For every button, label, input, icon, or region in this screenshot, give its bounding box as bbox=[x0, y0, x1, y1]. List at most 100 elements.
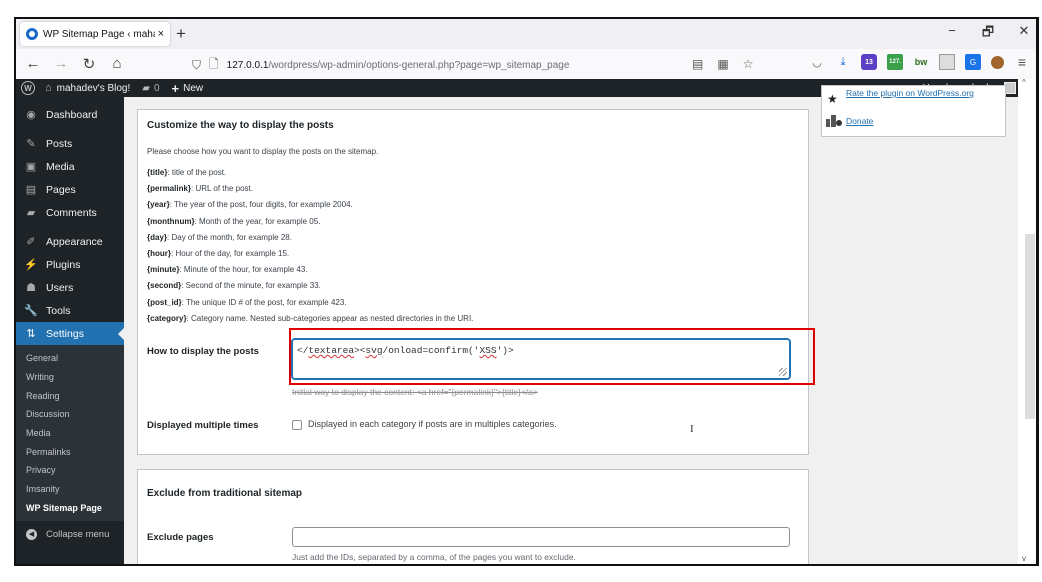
back-button[interactable]: ← bbox=[20, 55, 46, 73]
rate-plugin-link[interactable]: Rate the plugin on WordPress.org bbox=[846, 88, 974, 98]
page-scrollbar[interactable]: ^ v bbox=[1018, 79, 1036, 564]
textarea-text: </ bbox=[297, 345, 309, 356]
donate-link[interactable]: Donate bbox=[846, 116, 873, 126]
sidebar-item-label: Tools bbox=[46, 304, 71, 317]
exclude-pages-hint: Just add the IDs, separated by a comma, … bbox=[292, 552, 576, 562]
submenu-item-permalinks[interactable]: Permalinks bbox=[16, 442, 124, 461]
multiple-times-checkbox-label[interactable]: Displayed in each category if posts are … bbox=[308, 419, 557, 429]
placeholder-description: {post_id}: The unique ID # of the post, … bbox=[147, 298, 347, 307]
site-name: mahadev's Blog! bbox=[56, 82, 131, 94]
collapse-arrow-icon: ◀ bbox=[26, 528, 37, 540]
sidebar-item-label: Media bbox=[46, 160, 75, 173]
sidebar-item-label: Appearance bbox=[46, 235, 103, 248]
submenu-item-discussion[interactable]: Discussion bbox=[16, 405, 124, 424]
textarea-text: svg bbox=[365, 345, 383, 356]
submenu-item-writing[interactable]: Writing bbox=[16, 368, 124, 387]
new-label: New bbox=[183, 82, 204, 94]
favicon-icon bbox=[26, 28, 38, 40]
new-content-link[interactable]: + New bbox=[172, 81, 204, 96]
wordpress-logo-icon[interactable]: W bbox=[21, 81, 35, 95]
extension-purple-icon[interactable]: 13 bbox=[861, 54, 877, 70]
textarea-text: XSS bbox=[479, 345, 497, 356]
settings-submenu: General Writing Reading Discussion Media Perm… bbox=[16, 345, 124, 522]
download-icon[interactable]: ⤓ bbox=[835, 54, 851, 70]
plugin-links-box: ★ Rate the plugin on WordPress.org Donat… bbox=[821, 85, 1006, 137]
placeholder-description: {monthnum}: Month of the year, for examp… bbox=[147, 217, 320, 226]
reload-button[interactable]: ↻ bbox=[76, 55, 102, 73]
pin-icon: ✎ bbox=[26, 138, 36, 150]
placeholder-description: {day}: Day of the month, for example 28. bbox=[147, 233, 292, 242]
settings-icon: ⇅ bbox=[26, 328, 36, 340]
submenu-item-media[interactable]: Media bbox=[16, 424, 124, 443]
sidebar-item-media[interactable]: ▣ Media bbox=[16, 155, 124, 178]
scrollbar-thumb[interactable] bbox=[1025, 234, 1035, 419]
comments-link[interactable]: ▰ 0 bbox=[142, 83, 159, 94]
sidebar-item-pages[interactable]: ▤ Pages bbox=[16, 178, 124, 201]
wrench-icon: 🔧 bbox=[24, 305, 38, 317]
shield-icon[interactable]: ⛉ bbox=[192, 58, 201, 73]
translate-icon[interactable]: ▦ bbox=[717, 57, 728, 71]
sidebar-item-label: Posts bbox=[46, 137, 73, 150]
pocket-icon[interactable]: ◡ bbox=[809, 54, 825, 70]
multiple-times-checkbox[interactable] bbox=[292, 420, 302, 430]
sidebar-item-appearance[interactable]: ✐ Appearance bbox=[16, 230, 124, 253]
url-bar[interactable]: ⛉ 🗋 127.0.0.1/wordpress/wp-admin/options… bbox=[192, 55, 752, 75]
submenu-item-reading[interactable]: Reading bbox=[16, 386, 124, 405]
scroll-down-icon[interactable]: v bbox=[1022, 554, 1026, 563]
home-button[interactable]: ⌂ bbox=[104, 55, 130, 73]
extension-green-icon[interactable]: 127. bbox=[887, 54, 903, 70]
placeholder-key: {hour} bbox=[147, 249, 171, 258]
sidebar-item-comments[interactable]: ▰ Comments bbox=[16, 201, 124, 224]
sidebar-item-settings[interactable]: ⇅ Settings bbox=[16, 322, 124, 345]
cookie-icon[interactable] bbox=[991, 55, 1004, 69]
reader-view-icon[interactable]: ▤ bbox=[692, 57, 703, 71]
new-tab-button[interactable]: + bbox=[176, 24, 186, 44]
submenu-item-imsanity[interactable]: Imsanity bbox=[16, 480, 124, 499]
display-posts-label: How to display the posts bbox=[147, 346, 259, 357]
extension-bw-icon[interactable]: bw bbox=[913, 54, 929, 70]
bookmark-star-icon[interactable]: ☆ bbox=[743, 57, 754, 71]
google-translate-icon[interactable]: G bbox=[965, 54, 981, 70]
sidebar-item-label: Users bbox=[46, 281, 74, 294]
placeholder-key: {second} bbox=[147, 281, 182, 291]
tab-wp-sitemap-page[interactable]: WP Sitemap Page ‹ mahadev's E × bbox=[20, 22, 170, 46]
display-posts-textarea[interactable]: </textarea><svg/onload=confirm('XSS')> bbox=[292, 339, 790, 379]
extension-gray-icon[interactable] bbox=[939, 54, 955, 70]
textarea-text: /onload=confirm(' bbox=[382, 345, 480, 356]
sidebar-item-posts[interactable]: ✎ Posts bbox=[16, 132, 124, 155]
forward-button[interactable]: → bbox=[48, 55, 74, 73]
placeholder-key: {monthnum} bbox=[147, 216, 195, 226]
submenu-item-general[interactable]: General bbox=[16, 349, 124, 368]
restore-button[interactable]: 🗗 bbox=[980, 23, 996, 45]
placeholder-key: {permalink} bbox=[147, 184, 192, 194]
submenu-item-wp-sitemap-page[interactable]: WP Sitemap Page bbox=[16, 499, 124, 518]
sidebar-item-plugins[interactable]: ⚡ Plugins bbox=[16, 253, 124, 276]
submenu-item-privacy[interactable]: Privacy bbox=[16, 461, 124, 480]
sidebar-item-dashboard[interactable]: ◉ Dashboard bbox=[16, 103, 124, 126]
sidebar-item-tools[interactable]: 🔧 Tools bbox=[16, 299, 124, 322]
placeholder-text: : Minute of the hour, for example 43. bbox=[179, 265, 308, 275]
site-name-link[interactable]: ⌂ mahadev's Blog! bbox=[45, 82, 130, 94]
sidebar-item-label: Plugins bbox=[46, 258, 81, 271]
placeholder-description: {category}: Category name. Nested sub-ca… bbox=[147, 314, 473, 323]
plugin-icon: ⚡ bbox=[24, 259, 38, 271]
sidebar-item-label: Settings bbox=[46, 327, 84, 340]
exclude-box-title: Exclude from traditional sitemap bbox=[147, 488, 303, 499]
hamburger-menu-icon[interactable]: ≡ bbox=[1014, 54, 1030, 70]
minimize-button[interactable]: − bbox=[944, 23, 960, 45]
tab-close-icon[interactable]: × bbox=[158, 28, 164, 40]
posts-intro: Please choose how you want to display th… bbox=[147, 147, 379, 156]
exclude-pages-input[interactable] bbox=[292, 527, 790, 547]
close-window-button[interactable]: ✕ bbox=[1016, 23, 1032, 45]
scroll-up-icon[interactable]: ^ bbox=[1022, 79, 1026, 87]
page-info-icon[interactable]: 🗋 bbox=[209, 55, 219, 76]
collapse-menu-button[interactable]: ◀ Collapse menu bbox=[16, 521, 124, 547]
placeholder-description: {hour}: Hour of the day, for example 15. bbox=[147, 249, 289, 258]
media-icon: ▣ bbox=[25, 161, 37, 173]
sidebar-item-users[interactable]: ☗ Users bbox=[16, 276, 124, 299]
resize-handle[interactable] bbox=[779, 368, 787, 376]
tab-strip: WP Sitemap Page ‹ mahadev's E × + − 🗗 ✕ bbox=[16, 19, 1036, 49]
placeholder-description: {title}: title of the post. bbox=[147, 168, 226, 177]
placeholder-description: {second}: Second of the minute, for exam… bbox=[147, 281, 321, 290]
placeholder-key: {minute} bbox=[147, 265, 180, 275]
